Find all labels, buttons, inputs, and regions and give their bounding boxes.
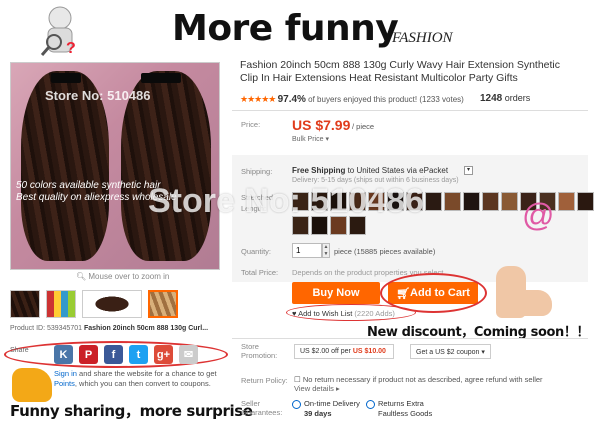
checkbox-icon: ☐ xyxy=(294,375,301,384)
google-plus-icon[interactable]: g+ xyxy=(154,345,173,364)
guarantee-returns: Returns Extra Faultless Goods xyxy=(378,399,432,419)
thumbnail-strip xyxy=(10,290,178,318)
buy-now-button[interactable]: Buy Now xyxy=(292,282,380,304)
pinterest-icon[interactable]: P xyxy=(79,345,98,364)
quantity-stepper[interactable]: ▲ ▼ xyxy=(322,243,330,258)
promo-label-line2: Promotion: xyxy=(241,351,278,360)
quantity-label: Quantity: xyxy=(241,247,272,256)
color-swatch[interactable] xyxy=(463,192,480,211)
orders-label: orders xyxy=(502,93,531,103)
signin-share-text: Sign in and share the website for a chan… xyxy=(54,369,224,389)
quantity-available: piece (15885 pieces available) xyxy=(334,247,436,256)
rating-summary: ★★★★★ 97.4% of buyers enjoyed this produ… xyxy=(240,94,464,105)
return-policy-label: Return Policy: xyxy=(241,376,288,385)
points-link[interactable]: Points xyxy=(54,379,75,388)
store-watermark: Store No: 510486 xyxy=(45,88,151,103)
twitter-icon[interactable]: t xyxy=(129,345,148,364)
star-rating-icon: ★★★★★ xyxy=(240,94,276,104)
divider xyxy=(232,110,588,111)
orders-count: 1248 orders xyxy=(480,93,530,104)
question-mark-icon: ? xyxy=(66,40,76,57)
banner-subtitle: FASHION xyxy=(392,30,453,46)
product-id-label: Product ID: 539345701 xyxy=(10,325,82,332)
wish-count: (2220 Adds) xyxy=(354,309,395,318)
thumbnail-2[interactable] xyxy=(46,290,76,318)
seller-label-line1: Seller xyxy=(241,399,261,408)
guarantee2-title: Returns Extra xyxy=(378,399,424,408)
product-title: Fashion 20inch 50cm 888 130g Curly Wavy … xyxy=(240,59,561,84)
price-label: Price: xyxy=(241,120,261,129)
price-value: US $7.99 xyxy=(292,117,351,133)
per-piece-label: / piece xyxy=(352,122,375,131)
rating-percent: 97.4% xyxy=(277,94,306,105)
color-swatch[interactable] xyxy=(444,192,461,211)
zoom-hint: 🔍︎ Mouse over to zoom in xyxy=(76,272,169,281)
orders-number: 1248 xyxy=(480,93,503,104)
shipping-info: Free Shipping to United States via ePack… xyxy=(292,166,448,175)
vk-icon[interactable]: K xyxy=(54,345,73,364)
mascot-magnifier-icon xyxy=(40,6,73,56)
promo-label-line1: Store xyxy=(241,342,259,351)
guarantee1-value: 39 days xyxy=(304,409,332,418)
color-swatch[interactable] xyxy=(558,192,575,211)
promotion-coupon-1: US $2.00 off per US $10.00 xyxy=(294,344,394,359)
view-details-link[interactable]: View details ▸ xyxy=(294,384,340,393)
zoom-hint-text: Mouse over to zoom in xyxy=(88,272,170,281)
share-label: Share xyxy=(10,347,29,354)
add-to-wish-list-link[interactable]: ♥ Add to Wish List (2220 Adds) xyxy=(292,309,395,318)
shipping-destination: to United States via ePacket xyxy=(345,166,449,175)
thumbnail-3[interactable] xyxy=(82,290,142,318)
store-watermark-large: Store No: 510486 xyxy=(148,182,424,220)
magnifier-icon: 🔍︎ xyxy=(76,272,89,281)
thumbs-up-hand-fist xyxy=(508,290,552,316)
signin-link[interactable]: Sign in xyxy=(54,369,77,378)
bulk-price-link[interactable]: Bulk Price ▾ xyxy=(292,135,329,143)
coupon1-amount: US $10.00 xyxy=(352,348,386,355)
seller-guarantees-label: Seller Guarantees: xyxy=(241,399,282,417)
points-text: , which you can then convert to coupons. xyxy=(74,379,211,388)
guarantee1-title: On-time Delivery xyxy=(304,399,360,408)
get-coupon-button[interactable]: Get a US $2 coupon ▾ xyxy=(410,344,491,359)
thumbs-up-icon xyxy=(12,368,52,402)
shipping-dropdown-icon[interactable]: ▾ xyxy=(464,166,473,175)
swirl-decoration-icon: @ xyxy=(522,197,555,233)
facebook-icon[interactable]: f xyxy=(104,345,123,364)
product-id: Product ID: 539345701 Fashion 20inch 50c… xyxy=(10,325,208,332)
free-shipping-text: Free Shipping xyxy=(292,166,346,175)
color-swatch[interactable] xyxy=(577,192,594,211)
color-swatch[interactable] xyxy=(482,192,499,211)
rating-text: of buyers enjoyed this product! (1233 vo… xyxy=(305,95,464,104)
quantity-input[interactable] xyxy=(292,243,322,258)
wish-label: Add to Wish List xyxy=(298,309,353,318)
return-text: No return necessary if product not as de… xyxy=(302,375,543,384)
hair-clip-icon xyxy=(51,73,81,83)
seller-label-line2: Guarantees: xyxy=(241,408,283,417)
hair-clip-icon xyxy=(141,73,181,83)
product-id-title: Fashion 20inch 50cm 888 130g Curl... xyxy=(83,325,209,332)
color-swatch[interactable] xyxy=(425,192,442,211)
funny-sharing-caption: Funny sharing，more surprise xyxy=(10,402,253,420)
clock-icon xyxy=(292,400,301,409)
thumbnail-4-selected[interactable] xyxy=(148,290,178,318)
banner-title: More funny xyxy=(172,8,399,49)
thumbnail-1[interactable] xyxy=(10,290,40,318)
email-icon[interactable]: ✉ xyxy=(179,345,198,364)
signin-text: and share the website for a chance to ge… xyxy=(76,369,217,378)
promo-line-1: 50 colors available synthetic hair xyxy=(16,180,161,191)
store-promotion-label: Store Promotion: xyxy=(241,342,277,360)
divider xyxy=(232,338,588,339)
total-price-label: Total Price: xyxy=(241,268,279,277)
shipping-label: Shipping: xyxy=(241,167,273,176)
shield-icon xyxy=(366,400,375,409)
guarantee-on-time: On-time Delivery 39 days xyxy=(304,399,360,419)
guarantee2-value: Faultless Goods xyxy=(378,409,433,418)
coupon1-text: US $2.00 off per xyxy=(300,348,351,355)
heart-icon: ♥ xyxy=(292,309,297,318)
return-policy-text: ☐ No return necessary if product not as … xyxy=(294,375,564,393)
color-swatch[interactable] xyxy=(501,192,518,211)
